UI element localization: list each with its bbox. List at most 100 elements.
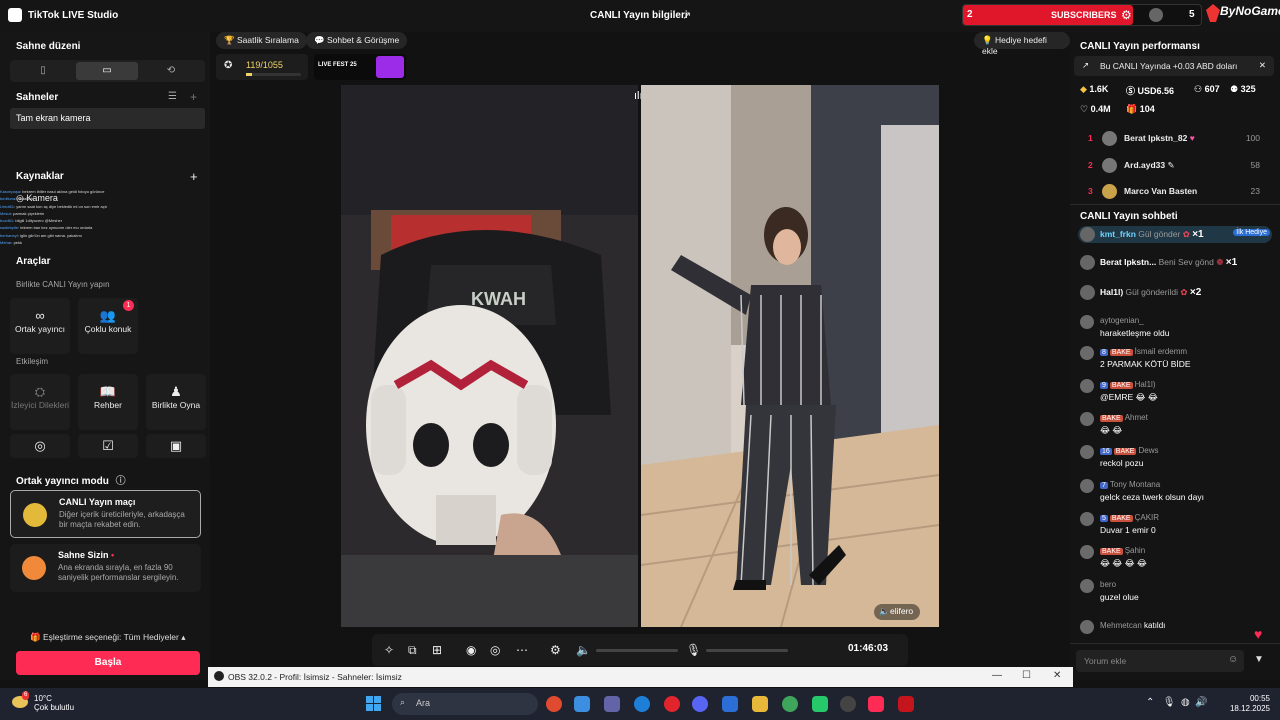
obs-window-bar[interactable]: OBS 32.0.2 - Profil: İsimsiz - Sahneler:…: [208, 667, 1073, 687]
app-icon[interactable]: [812, 696, 828, 712]
chat-overlay-text: : yarım saat kon aç diye bekledik mi on …: [14, 203, 107, 209]
taskbar-clock[interactable]: 00:55 18.12.2025: [1222, 694, 1270, 714]
search-placeholder: Ara: [416, 698, 431, 708]
layout-rotate-button[interactable]: ⟲: [140, 62, 202, 80]
tiktok-live-icon[interactable]: [868, 696, 884, 712]
gift-icon: 🎁: [1126, 104, 1140, 114]
microphone-icon[interactable]: 🎙: [1163, 697, 1176, 708]
layout-landscape-button[interactable]: ▭: [76, 62, 138, 80]
cohost-name: elifero: [890, 606, 914, 616]
ranking-row[interactable]: 1 Berat Ipkstn_82 ♥ 100: [1078, 130, 1272, 148]
video-player-icon[interactable]: [898, 696, 914, 712]
close-icon[interactable]: ✕: [1053, 670, 1061, 681]
avatar: [1080, 579, 1094, 593]
rose-icon: ✿: [1182, 229, 1190, 239]
rank-name-text: Berat Ipkstn_82: [1124, 133, 1188, 143]
gift-goal-button[interactable]: 💡 Hediye hedefi ekle: [974, 32, 1070, 56]
filter-icon[interactable]: ▼: [1254, 654, 1264, 665]
mode-card-stage[interactable]: Sahne Sizin • Ana ekranda sırayla, en fa…: [10, 544, 201, 592]
microphone-icon[interactable]: 🎙: [686, 643, 701, 657]
comment-input[interactable]: Yorum ekle: [1076, 650, 1244, 672]
comment-meta: BAKE Ahmet: [1100, 413, 1148, 422]
chat-call-pill[interactable]: 💬 Sohbet & Görüşme: [306, 32, 408, 49]
taskbar-search[interactable]: ⌕ Ara: [392, 693, 538, 715]
more-icon[interactable]: ⋯: [516, 643, 528, 657]
avatar: [1080, 346, 1094, 360]
bynogame-icon: [1206, 4, 1220, 22]
tool-box[interactable]: ▣: [146, 434, 206, 458]
start-button[interactable]: Başla: [16, 651, 200, 675]
mail-icon[interactable]: [722, 696, 738, 712]
earnings-info-text: Bu CANLI Yayında +0.03 ABD doları: [1100, 61, 1238, 71]
help-icon[interactable]: ⓘ: [116, 476, 126, 487]
avatar: [1080, 512, 1094, 526]
discord-icon[interactable]: [692, 696, 708, 712]
chrome-icon[interactable]: [546, 696, 562, 712]
speaker-volume-slider[interactable]: [596, 649, 678, 652]
guide-icon: 📖: [99, 384, 117, 399]
chat-overlay-user: Umut61: [0, 203, 15, 209]
tool-guide[interactable]: 📖 Rehber: [78, 374, 138, 430]
volume-icon[interactable]: 🔊: [1195, 697, 1207, 708]
add-source-icon[interactable]: +: [190, 169, 198, 184]
level-badge: 16: [1100, 448, 1112, 455]
mode-card-live-match[interactable]: CANLI Yayın maçı Diğer içerik üreticiler…: [10, 490, 201, 538]
chrome-profile-icon[interactable]: [782, 696, 798, 712]
gift-event-user: kmt_frkn: [1100, 229, 1136, 239]
focus-icon[interactable]: ◎: [490, 643, 500, 657]
start-tile: [366, 696, 373, 703]
layout-portrait-button[interactable]: ▯: [12, 62, 74, 80]
chat-overlay-line: berhaneyt: iglin glin'ün am gibi nama. y…: [0, 232, 150, 239]
chat-overlay-user: Mesut: [0, 210, 11, 216]
teams-icon[interactable]: [604, 696, 620, 712]
hourly-ranking-pill[interactable]: 🏆 Saatlik Sıralama: [216, 32, 307, 49]
comment-meta: bero: [1100, 580, 1116, 589]
heart-icon: ♡: [1080, 104, 1091, 114]
hawk-logo: KWAH: [471, 289, 526, 309]
settings-sliders-icon[interactable]: ⚙: [550, 643, 561, 657]
effects-icon[interactable]: ⧉: [408, 643, 417, 658]
file-explorer-icon[interactable]: [752, 696, 768, 712]
minimize-icon[interactable]: —: [992, 670, 1002, 681]
weather-badge: 6: [22, 691, 30, 700]
ranking-row[interactable]: 3 Marco Van Basten 23: [1078, 183, 1272, 201]
network-icon[interactable]: ◍: [1181, 697, 1190, 708]
chat-icon: 💬: [314, 35, 327, 45]
chevron-up-icon[interactable]: ⌃: [1146, 697, 1154, 708]
gift-progress-box[interactable]: ✪ 119/1055: [216, 54, 308, 80]
edge-icon[interactable]: [634, 696, 650, 712]
layout-icon[interactable]: ⊞: [432, 643, 442, 657]
magic-wand-icon[interactable]: ✧: [384, 643, 394, 657]
chat-overlay-line: sadiebytle: tekrem ban kez oynuorm oler …: [0, 224, 150, 231]
add-scene-icon[interactable]: +: [190, 90, 197, 104]
emoji-icon[interactable]: ☺: [1228, 654, 1238, 665]
live-info-title[interactable]: CANLI Yayın bilgileri: [590, 10, 688, 21]
record-icon[interactable]: ◉: [466, 643, 476, 657]
opera-icon[interactable]: [664, 696, 680, 712]
obs-icon[interactable]: [840, 696, 856, 712]
list-icon[interactable]: ☰: [168, 91, 177, 102]
tool-play-together[interactable]: ♟ Birlikte Oyna: [146, 374, 206, 430]
scene-item-fullscreen-camera[interactable]: Tam ekran kamera: [10, 108, 205, 129]
source-item-camera[interactable]: ◎ Kamera: [16, 193, 58, 204]
scenes-title: Sahneler: [16, 92, 59, 103]
chat-overlay-text: : pekk: [11, 240, 23, 246]
ranking-row[interactable]: 2 Ard.ayd33 ✎ 58: [1078, 157, 1272, 175]
tool-target[interactable]: ◎: [10, 434, 70, 458]
tool-checklist[interactable]: ☑: [78, 434, 138, 458]
share-icon[interactable]: ↗: [682, 9, 691, 22]
start-button[interactable]: [366, 696, 382, 712]
close-icon[interactable]: ✕: [1259, 60, 1266, 71]
store-icon[interactable]: [574, 696, 590, 712]
chat-overlay-text: : bilgili 1dityocenı @Mesher: [13, 218, 63, 224]
live-fest-banner[interactable]: LIVE FEST 25: [314, 54, 406, 80]
match-option-dropdown[interactable]: 🎁 Eşleştirme seçeneği: Tüm Hediyeler ▴: [30, 632, 186, 643]
trophy-icon: 🏆: [224, 35, 237, 45]
tool-cohost[interactable]: ∞ Ortak yayıncı: [10, 298, 70, 354]
mic-volume-slider[interactable]: [706, 649, 788, 652]
bynogame-text: ByNoGame: [1220, 4, 1280, 18]
maximize-icon[interactable]: ☐: [1022, 670, 1031, 681]
rank-value: 100: [1245, 133, 1260, 143]
speaker-volume-icon[interactable]: 🔈: [576, 643, 591, 657]
system-tray[interactable]: ⌃ 🎙 ◍ 🔊: [1146, 697, 1208, 708]
